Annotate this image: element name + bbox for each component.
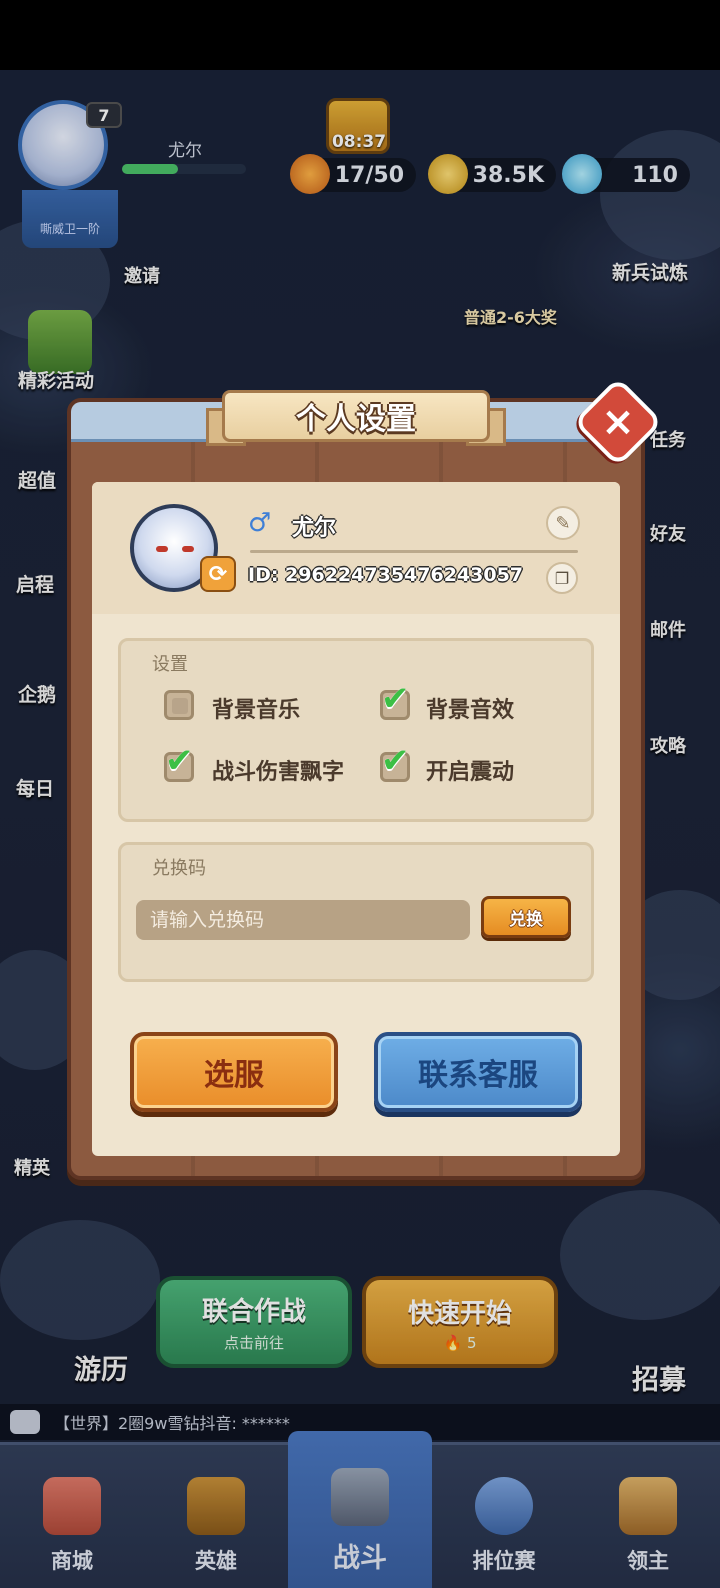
dialog-title: 个人设置 — [222, 390, 490, 442]
sfx-label[interactable]: 背景音效 — [426, 692, 514, 724]
select-server-button[interactable]: 选服 — [130, 1032, 338, 1112]
close-icon[interactable]: × — [586, 390, 650, 454]
status-bar — [0, 0, 720, 70]
name-divider — [250, 550, 578, 553]
profile-name: 尤尔 — [292, 516, 337, 541]
change-avatar-icon[interactable]: ⟳ — [200, 556, 236, 592]
redeem-code-input[interactable] — [136, 900, 470, 940]
edit-name-icon[interactable]: ✎ — [546, 506, 580, 540]
vibration-label[interactable]: 开启震动 — [426, 754, 514, 786]
contact-support-button[interactable]: 联系客服 — [374, 1032, 582, 1112]
bgm-label[interactable]: 背景音乐 — [212, 692, 300, 724]
avatar-eye — [156, 546, 168, 552]
male-gender-icon[interactable]: ♂ — [248, 508, 271, 538]
player-id: ID: 296224735476243057 — [248, 564, 524, 586]
checkmark-icon: ✔ — [165, 741, 194, 781]
copy-id-icon[interactable]: ❐ — [546, 562, 578, 594]
sfx-checkbox[interactable]: ✔ — [380, 679, 410, 720]
damage-text-checkbox[interactable]: ✔ — [164, 741, 194, 782]
settings-section-title: 设置 — [152, 654, 188, 675]
checkmark-icon: ✔ — [381, 679, 410, 719]
checkmark-icon: ✔ — [381, 741, 410, 781]
redeem-button[interactable]: 兑换 — [481, 896, 571, 938]
bgm-checkbox[interactable] — [164, 690, 194, 720]
redeem-section-title: 兑换码 — [152, 858, 206, 879]
damage-text-label[interactable]: 战斗伤害飘字 — [212, 754, 344, 786]
settings-panel — [118, 638, 594, 822]
avatar-eye — [182, 546, 194, 552]
checkbox-empty — [172, 698, 188, 714]
vibration-checkbox[interactable]: ✔ — [380, 741, 410, 782]
